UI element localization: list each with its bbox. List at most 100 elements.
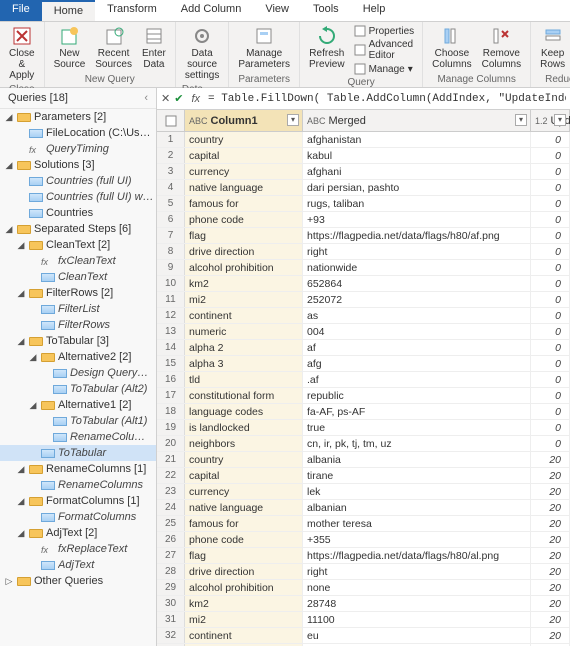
cell[interactable]: 0 bbox=[531, 372, 570, 387]
table-row[interactable]: 18language codesfa-AF, ps-AF0 bbox=[157, 404, 570, 420]
cell[interactable]: 20 bbox=[531, 548, 570, 563]
cell[interactable]: famous for bbox=[185, 516, 303, 531]
select-all-corner[interactable] bbox=[157, 110, 185, 131]
cell[interactable]: as bbox=[303, 308, 531, 323]
tree-item[interactable]: fxReplaceText bbox=[0, 541, 156, 557]
cell[interactable]: native language bbox=[185, 180, 303, 195]
column-header-column1[interactable]: ABCColumn1▾ bbox=[185, 110, 303, 131]
row-number[interactable]: 3 bbox=[157, 164, 185, 179]
table-row[interactable]: 14alpha 2af0 bbox=[157, 340, 570, 356]
manage-button[interactable]: Manage ▾ bbox=[352, 62, 417, 76]
row-number[interactable]: 27 bbox=[157, 548, 185, 563]
table-row[interactable]: 24native languagealbanian20 bbox=[157, 500, 570, 516]
tab-home[interactable]: Home bbox=[42, 0, 95, 21]
cell[interactable]: kabul bbox=[303, 148, 531, 163]
tree-item[interactable]: RenameColumns bbox=[0, 477, 156, 493]
tree-item[interactable]: ◢Alternative2 [2] bbox=[0, 349, 156, 365]
cell[interactable]: 0 bbox=[531, 244, 570, 259]
new-source-button[interactable]: New Source bbox=[51, 24, 89, 72]
cell[interactable]: alcohol prohibition bbox=[185, 580, 303, 595]
tree-item[interactable]: Countries bbox=[0, 205, 156, 221]
tree-toggle-icon[interactable]: ◢ bbox=[16, 336, 26, 347]
tab-addcolumn[interactable]: Add Column bbox=[169, 0, 254, 21]
cell[interactable]: currency bbox=[185, 164, 303, 179]
tree-item[interactable]: ◢AdjText [2] bbox=[0, 525, 156, 541]
cell[interactable]: continent bbox=[185, 308, 303, 323]
cell[interactable]: mi2 bbox=[185, 292, 303, 307]
tree-toggle-icon[interactable]: ◢ bbox=[16, 528, 26, 539]
table-row[interactable]: 32continenteu20 bbox=[157, 628, 570, 644]
cell[interactable]: right bbox=[303, 244, 531, 259]
cell[interactable]: drive direction bbox=[185, 564, 303, 579]
cell[interactable]: tld bbox=[185, 372, 303, 387]
row-number[interactable]: 21 bbox=[157, 452, 185, 467]
row-number[interactable]: 19 bbox=[157, 420, 185, 435]
tab-tools[interactable]: Tools bbox=[301, 0, 351, 21]
tree-item[interactable]: ◢Parameters [2] bbox=[0, 109, 156, 125]
row-number[interactable]: 8 bbox=[157, 244, 185, 259]
cell[interactable]: 0 bbox=[531, 132, 570, 147]
advanced-editor-button[interactable]: Advanced Editor bbox=[352, 38, 417, 62]
cell[interactable]: is landlocked bbox=[185, 420, 303, 435]
row-number[interactable]: 25 bbox=[157, 516, 185, 531]
table-row[interactable]: 8drive directionright0 bbox=[157, 244, 570, 260]
recent-sources-button[interactable]: Recent Sources bbox=[92, 24, 135, 72]
formula-input[interactable] bbox=[208, 93, 566, 105]
table-row[interactable]: 20neighborscn, ir, pk, tj, tm, uz0 bbox=[157, 436, 570, 452]
cell[interactable]: 004 bbox=[303, 324, 531, 339]
cell[interactable]: 0 bbox=[531, 164, 570, 179]
table-row[interactable]: 28drive directionright20 bbox=[157, 564, 570, 580]
cell[interactable]: 0 bbox=[531, 388, 570, 403]
cell[interactable]: 20 bbox=[531, 452, 570, 467]
row-number[interactable]: 18 bbox=[157, 404, 185, 419]
row-number[interactable]: 6 bbox=[157, 212, 185, 227]
tree-toggle-icon[interactable]: ◢ bbox=[4, 112, 14, 123]
cell[interactable]: phone code bbox=[185, 532, 303, 547]
tab-file[interactable]: File bbox=[0, 0, 42, 21]
tree-item[interactable]: FilterRows bbox=[0, 317, 156, 333]
tree-item[interactable]: QueryTiming bbox=[0, 141, 156, 157]
cell[interactable]: 0 bbox=[531, 420, 570, 435]
tree-item[interactable]: AdjText bbox=[0, 557, 156, 573]
tree-toggle-icon[interactable]: ◢ bbox=[4, 224, 14, 235]
tree-toggle-icon[interactable]: ◢ bbox=[16, 496, 26, 507]
tree-item[interactable]: Countries (full UI) with... bbox=[0, 189, 156, 205]
row-number[interactable]: 24 bbox=[157, 500, 185, 515]
tab-transform[interactable]: Transform bbox=[95, 0, 169, 21]
cell[interactable]: phone code bbox=[185, 212, 303, 227]
cell[interactable]: 20 bbox=[531, 596, 570, 611]
row-number[interactable]: 20 bbox=[157, 436, 185, 451]
cell[interactable]: .af bbox=[303, 372, 531, 387]
cell[interactable]: afg bbox=[303, 356, 531, 371]
table-row[interactable]: 31mi21110020 bbox=[157, 612, 570, 628]
cell[interactable]: 20 bbox=[531, 612, 570, 627]
cell[interactable]: 0 bbox=[531, 196, 570, 211]
tree-item[interactable]: RenameColumns (A... bbox=[0, 429, 156, 445]
cell[interactable]: 0 bbox=[531, 356, 570, 371]
cell[interactable]: 20 bbox=[531, 628, 570, 643]
table-row[interactable]: 25famous formother teresa20 bbox=[157, 516, 570, 532]
cell[interactable]: 0 bbox=[531, 436, 570, 451]
row-number[interactable]: 23 bbox=[157, 484, 185, 499]
cell[interactable]: 0 bbox=[531, 340, 570, 355]
tree-item[interactable]: ◢FilterRows [2] bbox=[0, 285, 156, 301]
cell[interactable]: 20 bbox=[531, 516, 570, 531]
cell[interactable]: neighbors bbox=[185, 436, 303, 451]
cell[interactable]: continent bbox=[185, 628, 303, 643]
tree-item[interactable]: CleanText bbox=[0, 269, 156, 285]
table-row[interactable]: 7flaghttps://flagpedia.net/data/flags/h8… bbox=[157, 228, 570, 244]
cell[interactable]: flag bbox=[185, 228, 303, 243]
cell[interactable]: 0 bbox=[531, 260, 570, 275]
row-number[interactable]: 1 bbox=[157, 132, 185, 147]
cell[interactable]: 0 bbox=[531, 276, 570, 291]
data-source-settings-button[interactable]: Data source settings bbox=[182, 24, 222, 83]
tree-item[interactable]: ToTabular (Alt1) bbox=[0, 413, 156, 429]
row-number[interactable]: 14 bbox=[157, 340, 185, 355]
cell[interactable]: https://flagpedia.net/data/flags/h80/al.… bbox=[303, 548, 531, 563]
table-row[interactable]: 10km26528640 bbox=[157, 276, 570, 292]
column-filter-dropdown[interactable]: ▾ bbox=[287, 114, 299, 126]
row-number[interactable]: 11 bbox=[157, 292, 185, 307]
table-row[interactable]: 15alpha 3afg0 bbox=[157, 356, 570, 372]
row-number[interactable]: 29 bbox=[157, 580, 185, 595]
cell[interactable]: 0 bbox=[531, 308, 570, 323]
